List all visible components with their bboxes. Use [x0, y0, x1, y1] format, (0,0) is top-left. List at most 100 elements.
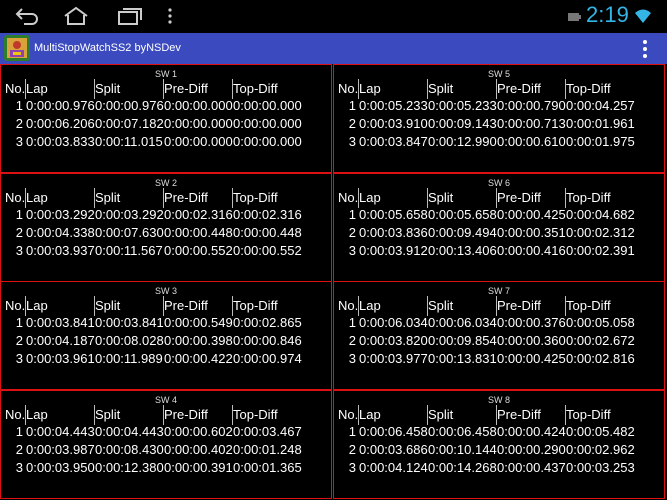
recents-icon[interactable] [116, 5, 144, 27]
lap-lap-value: 0:00:03.847 [359, 134, 428, 149]
column-divider [25, 405, 26, 425]
column-header: No. [5, 298, 26, 313]
column-header: Split [95, 190, 121, 205]
column-header: Top-Diff [233, 190, 278, 205]
column-divider [94, 188, 95, 208]
column-header: Pre-Diff [497, 407, 541, 422]
back-icon[interactable] [14, 5, 40, 27]
column-divider [358, 296, 359, 316]
lap-split-value: 0:00:08.430 [95, 442, 164, 457]
column-divider [25, 188, 26, 208]
column-header: Top-Diff [233, 81, 278, 96]
lap-pre-value: 0:00:00.398 [164, 333, 233, 348]
lap-number: 1 [15, 207, 23, 222]
column-header: Split [428, 81, 454, 96]
lap-top-value: 0:00:01.975 [566, 134, 635, 149]
stopwatch-title: SW 5 [487, 69, 510, 79]
lap-lap-value: 0:00:03.820 [359, 333, 428, 348]
column-header: Lap [359, 298, 381, 313]
stopwatch-panel-6[interactable]: SW 7 No. Lap Split Pre-Diff Top-Diff 1 0:00:06.… [333, 281, 665, 390]
lap-top-value: 0:00:00.448 [233, 225, 302, 240]
app-logo-icon [4, 35, 30, 61]
lap-number: 2 [348, 116, 356, 131]
status-clock: 2:19 [586, 2, 629, 27]
stopwatch-panel-1[interactable]: SW 1 No. Lap Split Pre-Diff Top-Diff 1 0:00:00.… [0, 64, 332, 173]
column-divider [496, 405, 497, 425]
column-divider [232, 296, 233, 316]
lap-lap-value: 0:00:03.292 [26, 207, 95, 222]
lap-pre-value: 0:00:00.000 [164, 98, 233, 113]
lap-pre-value: 0:00:00.713 [497, 116, 566, 131]
column-divider [427, 188, 428, 208]
lap-number: 1 [348, 315, 356, 330]
overflow-menu-icon[interactable] [641, 39, 649, 59]
column-divider [358, 405, 359, 425]
lap-split-value: 0:00:08.028 [95, 333, 164, 348]
lap-top-value: 0:00:00.552 [233, 243, 302, 258]
lap-pre-value: 0:00:00.549 [164, 315, 233, 330]
stopwatch-title: SW 4 [154, 395, 177, 405]
lap-split-value: 0:00:03.292 [95, 207, 164, 222]
column-header: Top-Diff [566, 407, 611, 422]
action-bar: MultiStopWatchSS2 byNSDev [0, 33, 667, 64]
menu-dots-icon[interactable] [166, 5, 174, 27]
lap-lap-value: 0:00:03.912 [359, 243, 428, 258]
column-divider [358, 79, 359, 99]
lap-lap-value: 0:00:03.833 [26, 134, 95, 149]
lap-top-value: 0:00:04.682 [566, 207, 635, 222]
lap-pre-value: 0:00:00.552 [164, 243, 233, 258]
lap-split-value: 0:00:07.182 [95, 116, 164, 131]
column-divider [94, 296, 95, 316]
column-divider [232, 188, 233, 208]
lap-top-value: 0:00:00.846 [233, 333, 302, 348]
lap-split-value: 0:00:14.268 [428, 460, 497, 475]
column-divider [496, 188, 497, 208]
stopwatch-grid: SW 1 No. Lap Split Pre-Diff Top-Diff 1 0:00:00.… [0, 64, 667, 500]
stopwatch-panel-5[interactable]: SW 3 No. Lap Split Pre-Diff Top-Diff 1 0:00:03.… [0, 281, 332, 390]
lap-number: 2 [348, 442, 356, 457]
column-divider [427, 79, 428, 99]
column-divider [25, 296, 26, 316]
lap-pre-value: 0:00:00.422 [164, 351, 233, 366]
status-bar: 2:19 [0, 0, 667, 33]
column-header: Lap [26, 190, 48, 205]
stopwatch-panel-4[interactable]: SW 6 No. Lap Split Pre-Diff Top-Diff 1 0:00:05.… [333, 173, 665, 282]
stopwatch-panel-7[interactable]: SW 4 No. Lap Split Pre-Diff Top-Diff 1 0:00:04.… [0, 390, 332, 499]
home-icon[interactable] [62, 5, 90, 27]
stopwatch-panel-2[interactable]: SW 5 No. Lap Split Pre-Diff Top-Diff 1 0:00:05.… [333, 64, 665, 173]
lap-top-value: 0:00:00.000 [233, 116, 302, 131]
stopwatch-title: SW 2 [154, 178, 177, 188]
stopwatch-title: SW 1 [154, 69, 177, 79]
stopwatch-title: SW 7 [487, 286, 510, 296]
lap-number: 2 [15, 333, 23, 348]
column-header: Split [95, 298, 121, 313]
lap-top-value: 0:00:03.467 [233, 424, 302, 439]
lap-top-value: 0:00:02.391 [566, 243, 635, 258]
column-divider [163, 296, 164, 316]
column-header: No. [338, 81, 359, 96]
lap-top-value: 0:00:04.257 [566, 98, 635, 113]
stopwatch-panel-8[interactable]: SW 8 No. Lap Split Pre-Diff Top-Diff 1 0:00:06.… [333, 390, 665, 499]
column-divider [565, 79, 566, 99]
lap-top-value: 0:00:00.000 [233, 134, 302, 149]
lap-pre-value: 0:00:00.351 [497, 225, 566, 240]
column-header: Lap [359, 407, 381, 422]
stopwatch-title: SW 6 [487, 178, 510, 188]
lap-lap-value: 0:00:03.686 [359, 442, 428, 457]
battery-icon [568, 13, 581, 21]
lap-top-value: 0:00:05.058 [566, 315, 635, 330]
column-divider [232, 405, 233, 425]
lap-split-value: 0:00:06.458 [428, 424, 497, 439]
column-header: Split [95, 81, 121, 96]
column-header: Lap [26, 298, 48, 313]
stopwatch-panel-3[interactable]: SW 2 No. Lap Split Pre-Diff Top-Diff 1 0:00:03.… [0, 173, 332, 282]
column-header: Lap [359, 81, 381, 96]
column-divider [565, 405, 566, 425]
column-divider [94, 405, 95, 425]
lap-split-value: 0:00:13.406 [428, 243, 497, 258]
lap-number: 3 [15, 134, 23, 149]
column-divider [163, 188, 164, 208]
lap-lap-value: 0:00:03.910 [359, 116, 428, 131]
lap-top-value: 0:00:02.672 [566, 333, 635, 348]
column-header: No. [338, 190, 359, 205]
